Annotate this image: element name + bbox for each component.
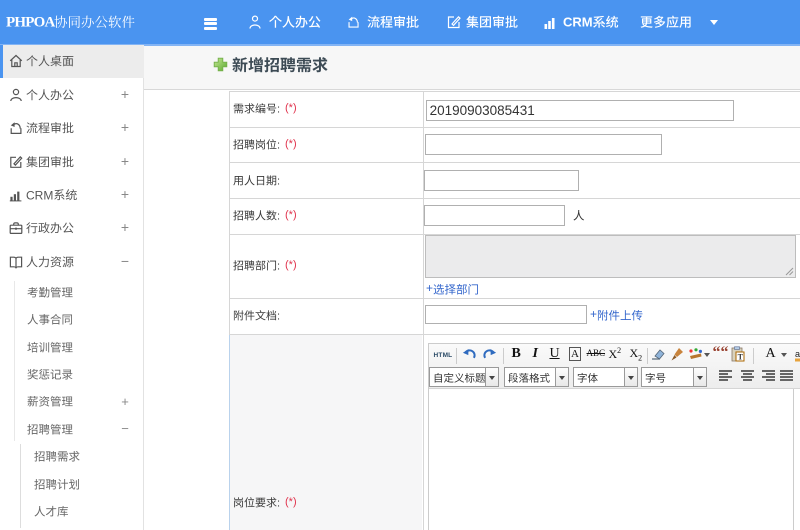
svg-text::: : (277, 497, 280, 509)
svg-text:PHPOA: PHPOA (6, 15, 55, 31)
svg-text:T: T (737, 353, 743, 362)
svg-text::: : (277, 139, 280, 151)
svg-text:ab: ab (795, 349, 800, 359)
svg-text:CRM: CRM (26, 188, 53, 202)
svg-text:CRM: CRM (563, 14, 593, 29)
svg-text::: : (277, 211, 280, 223)
svg-text::: : (277, 261, 280, 273)
svg-text::: : (277, 311, 280, 323)
svg-text::: : (277, 104, 280, 116)
svg-text::: : (277, 175, 280, 187)
